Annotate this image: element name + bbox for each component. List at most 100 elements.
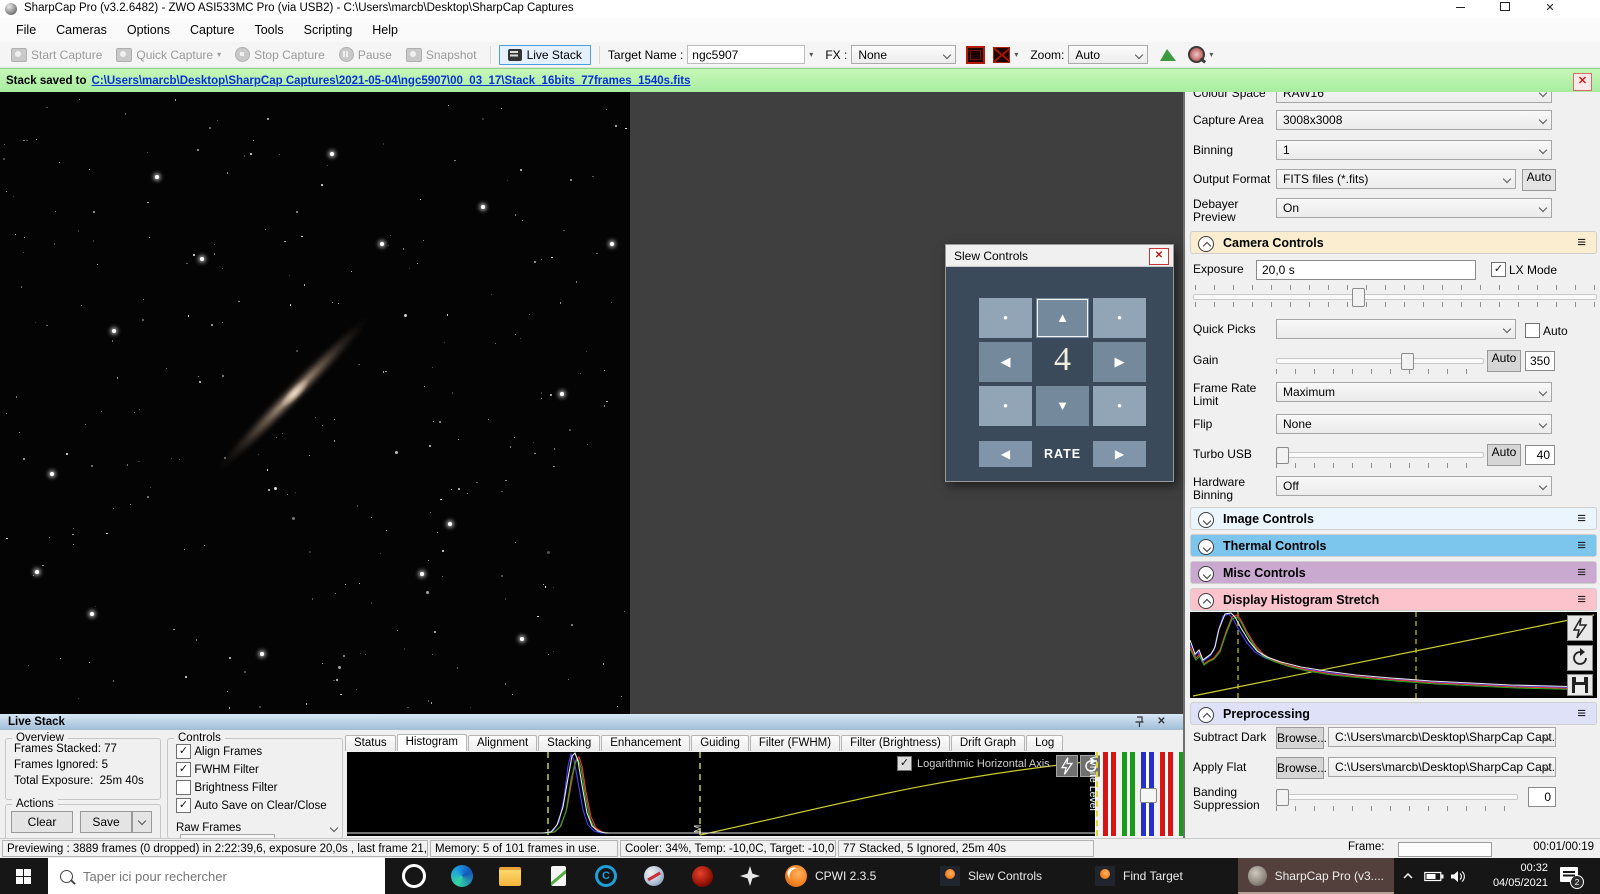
action-center-button[interactable]: 2 (1560, 867, 1578, 882)
dock-planetarium[interactable] (630, 858, 678, 894)
tab-filter-fwhm[interactable]: Filter (FWHM) (750, 735, 840, 751)
turbo-usb-auto-button[interactable]: Auto (1487, 444, 1521, 466)
slew-up-left-button[interactable]: • (979, 298, 1032, 338)
notification-link[interactable]: C:\Users\marcb\Desktop\SharpCap Captures… (92, 75, 691, 87)
dock-sharpcap-red[interactable] (678, 858, 726, 894)
clear-button[interactable]: Clear (11, 811, 73, 833)
banding-slider-thumb[interactable] (1276, 789, 1289, 806)
menu-tools[interactable]: Tools (244, 18, 293, 42)
dock-browser-o[interactable] (390, 858, 438, 894)
stop-capture-button[interactable]: Stop Capture (230, 45, 330, 64)
tab-log[interactable]: Log (1026, 735, 1063, 751)
auto-stretch-button[interactable] (1567, 615, 1593, 641)
slew-close-button[interactable]: ✕ (1149, 248, 1169, 265)
display-histogram-stretch-graph[interactable] (1190, 612, 1597, 698)
exposure-slider[interactable] (1193, 294, 1597, 300)
menu-cameras[interactable]: Cameras (46, 18, 117, 42)
tab-guiding[interactable]: Guiding (691, 735, 749, 751)
gain-slider-thumb[interactable] (1401, 353, 1414, 370)
frame-rate-select[interactable]: Maximum (1276, 382, 1552, 402)
exposure-input[interactable] (1256, 260, 1476, 280)
banding-suppression-value[interactable]: 0 (1528, 787, 1556, 807)
turbo-usb-slider[interactable] (1276, 452, 1484, 458)
menu-help[interactable]: Help (362, 18, 408, 42)
green-level-slider-2[interactable] (1179, 752, 1183, 836)
capture-preview[interactable] (0, 92, 630, 714)
red-level-slider-2[interactable] (1160, 752, 1173, 836)
auto-save-checkbox[interactable]: ✓ (176, 798, 191, 813)
slew-down-right-button[interactable]: • (1093, 386, 1146, 426)
blue-level-handle[interactable] (1140, 788, 1157, 803)
dock-cartes-du-ciel[interactable]: C (582, 858, 630, 894)
red-level-slider[interactable] (1103, 752, 1116, 836)
slew-up-button[interactable]: ▲ (1036, 298, 1089, 338)
gain-value[interactable]: 350 (1525, 351, 1555, 371)
tab-filter-brightness[interactable]: Filter (Brightness) (841, 735, 950, 751)
selection-area-icon[interactable] (966, 46, 985, 64)
fx-select[interactable]: None (851, 45, 956, 64)
camera-controls-header[interactable]: Camera Controls ≡ (1190, 231, 1597, 254)
binning-select[interactable]: 1 (1276, 140, 1552, 160)
apply-flat-path-select[interactable]: C:\Users\marcb\Desktop\SharpCap Capt... (1328, 757, 1556, 777)
quick-capture-button[interactable]: Quick Capture▾ (111, 46, 226, 64)
zoom-select[interactable]: Auto (1068, 45, 1148, 64)
gain-slider[interactable] (1276, 358, 1484, 364)
slew-right-button[interactable]: ▶ (1093, 342, 1146, 382)
banding-suppression-slider[interactable] (1276, 794, 1518, 800)
live-stack-panel-header[interactable]: Live Stack ✕ (0, 714, 1183, 730)
tab-histogram[interactable]: Histogram (397, 734, 467, 751)
white-level-line[interactable] (1096, 752, 1098, 836)
dock-file-explorer[interactable] (486, 858, 534, 894)
notification-close-button[interactable]: ✕ (1573, 73, 1592, 91)
reset-stretch-button[interactable] (1567, 645, 1593, 671)
log-axis-checkbox[interactable]: ✓ (897, 756, 912, 771)
section-menu-icon[interactable]: ≡ (1577, 589, 1586, 611)
turbo-usb-value[interactable]: 40 (1525, 445, 1555, 465)
section-menu-icon[interactable]: ≡ (1577, 562, 1586, 584)
save-stretch-button[interactable] (1567, 674, 1593, 696)
magnifier-dropdown-icon[interactable]: ▾ (1209, 50, 1213, 59)
turbo-usb-slider-thumb[interactable] (1276, 447, 1289, 464)
taskbar-search[interactable] (48, 858, 385, 894)
display-histogram-stretch-header[interactable]: Display Histogram Stretch ≡ (1190, 588, 1597, 611)
taskbar-app-cpwi[interactable]: CPWI 2.3.5 (775, 858, 928, 894)
start-capture-button[interactable]: Start Capture (6, 46, 107, 64)
target-name-dropdown-icon[interactable]: ▾ (809, 50, 813, 59)
section-menu-icon[interactable]: ≡ (1577, 232, 1586, 254)
tray-clock[interactable]: 00:32 04/05/2021 (1470, 861, 1548, 891)
auto-stretch-button[interactable] (1056, 755, 1078, 777)
colour-space-select[interactable]: RAW16 (1276, 92, 1552, 103)
pin-icon[interactable] (1134, 716, 1145, 727)
quick-picks-select[interactable] (1276, 319, 1516, 339)
preprocessing-header[interactable]: Preprocessing ≡ (1190, 702, 1597, 725)
rate-decrease-button[interactable]: ◀ (979, 441, 1032, 467)
tab-status[interactable]: Status (345, 735, 396, 751)
close-button[interactable]: ✕ (1530, 0, 1570, 17)
dock-edge[interactable] (438, 858, 486, 894)
menu-scripting[interactable]: Scripting (294, 18, 363, 42)
slew-down-left-button[interactable]: • (979, 386, 1032, 426)
output-format-auto-button[interactable]: Auto (1522, 169, 1556, 191)
section-menu-icon[interactable]: ≡ (1577, 535, 1586, 557)
start-button[interactable] (0, 858, 48, 894)
dock-stellarium[interactable] (726, 858, 774, 894)
tray-battery[interactable] (1424, 871, 1444, 882)
tab-enhancement[interactable]: Enhancement (601, 735, 690, 751)
live-stack-button[interactable]: Live Stack (499, 45, 591, 65)
taskbar-app-find-target[interactable]: Find Target (1085, 858, 1235, 894)
fwhm-filter-checkbox[interactable]: ✓ (176, 762, 191, 777)
lx-mode-checkbox[interactable]: ✓ (1491, 262, 1506, 277)
image-controls-header[interactable]: Image Controls ≡ (1190, 507, 1597, 530)
live-stack-close-button[interactable]: ✕ (1156, 716, 1167, 727)
slew-up-right-button[interactable]: • (1093, 298, 1146, 338)
subtract-dark-path-select[interactable]: C:\Users\marcb\Desktop\SharpCap Capt... (1328, 727, 1556, 747)
maximize-button[interactable] (1485, 0, 1525, 17)
menu-capture[interactable]: Capture (180, 18, 244, 42)
histogram-icon[interactable] (1160, 48, 1176, 61)
debayer-preview-select[interactable]: On (1276, 198, 1552, 218)
quick-picks-auto-checkbox[interactable] (1525, 323, 1540, 338)
magnifier-icon[interactable] (1188, 46, 1205, 63)
section-menu-icon[interactable]: ≡ (1577, 508, 1586, 530)
stack-histogram[interactable]: M ✓ Logarithmic Horizontal Axis White Le… (347, 752, 1095, 836)
brightness-filter-checkbox[interactable] (176, 780, 191, 795)
